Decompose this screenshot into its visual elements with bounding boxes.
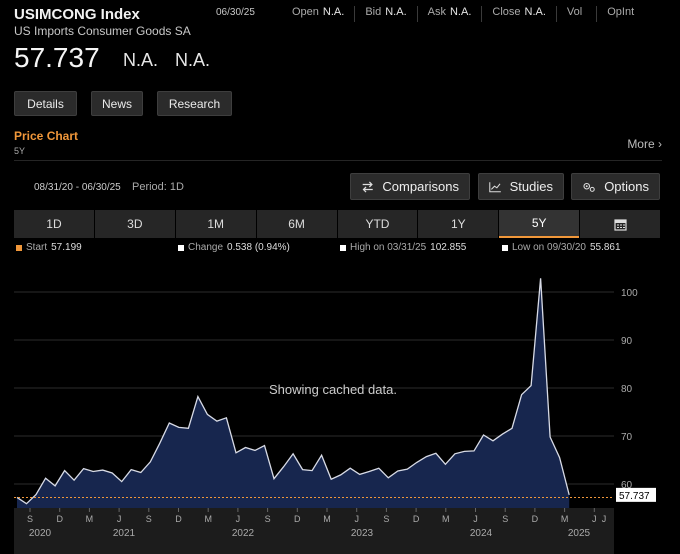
x-tick-label: M (442, 514, 450, 524)
start-marker-icon (16, 244, 22, 251)
details-button[interactable]: Details (14, 91, 77, 116)
more-link[interactable]: More › (627, 137, 662, 151)
y-tick-label: 90 (621, 336, 633, 347)
stat-change-label: Change (188, 242, 224, 253)
tab-5y[interactable]: 5Y (499, 210, 580, 238)
quote-date: 06/30/25 (216, 7, 255, 18)
change-marker-icon (178, 244, 184, 251)
x-tick-label: D (413, 514, 420, 524)
calendar-icon (613, 218, 627, 231)
x-tick-label: S (265, 514, 271, 524)
x-tick-label: S (27, 514, 33, 524)
x-tick-label: D (532, 514, 539, 524)
x-tick-label: D (175, 514, 182, 524)
quote-opint: OpInt (607, 6, 635, 18)
stat-high-label: High on 03/31/25 (350, 242, 427, 253)
research-button[interactable]: Research (157, 91, 232, 116)
stat-change-value: 0.538 (0.94%) (227, 242, 290, 253)
x-year-label: 2020 (29, 528, 52, 539)
more-label: More (627, 137, 655, 151)
chevron-right-icon: › (658, 137, 662, 151)
price-chart-title: Price Chart (14, 129, 79, 143)
company-name: US Imports Consumer Goods SA (14, 24, 191, 38)
x-tick-label: M (86, 514, 94, 524)
divider (14, 160, 662, 161)
tab-ytd[interactable]: YTD (337, 210, 418, 238)
tab-1y[interactable]: 1Y (418, 210, 499, 238)
x-tick-label: J (473, 514, 478, 524)
comparisons-button[interactable]: Comparisons (350, 173, 470, 200)
studies-button[interactable]: Studies (478, 173, 564, 200)
stat-low-value: 55.861 (589, 242, 621, 253)
y-tick-label: 100 (621, 288, 638, 299)
low-marker-icon (502, 244, 508, 251)
studies-label: Studies (509, 179, 553, 194)
options-button[interactable]: Options (571, 173, 660, 200)
y-tick-label: 70 (621, 432, 633, 443)
x-tick-label: D (294, 514, 301, 524)
stat-high-value: 102.855 (430, 242, 467, 253)
net-change: N.A. (123, 50, 159, 70)
quote-bid: Bid N.A. (355, 6, 418, 22)
stat-low: Low on 09/30/20 55.861 (502, 242, 621, 253)
gears-icon (583, 182, 595, 192)
x-year-label: 2022 (232, 528, 255, 539)
line-chart-icon (489, 181, 501, 192)
stat-start-value: 57.199 (51, 242, 82, 253)
tab-1m[interactable]: 1M (175, 210, 256, 238)
x-year-label: 2021 (113, 528, 136, 539)
quote-bar: Open N.A. Bid N.A. Ask N.A. Close N.A. Vol O… (282, 6, 648, 22)
options-label: Options (604, 179, 649, 194)
tab-6m[interactable]: 6M (256, 210, 337, 238)
stat-high: High on 03/31/25 102.855 (340, 242, 466, 253)
period-label[interactable]: Period: 1D (132, 181, 184, 193)
x-tick-label: M (323, 514, 331, 524)
tab-1d[interactable]: 1D (14, 210, 94, 238)
tab-calendar[interactable] (580, 210, 660, 238)
cached-data-message: Showing cached data. (269, 382, 397, 397)
stat-change: Change 0.538 (0.94%) (178, 242, 290, 253)
x-tick-label: J (354, 514, 359, 524)
stat-start-label: Start (26, 242, 48, 253)
x-axis-strip (14, 508, 614, 554)
high-marker-icon (340, 244, 346, 251)
x-year-label: 2025 (568, 528, 591, 539)
stat-low-label: Low on 09/30/20 (512, 242, 586, 253)
pct-change: N.A. (175, 50, 211, 70)
quote-open: Open N.A. (282, 6, 356, 22)
date-range[interactable]: 08/31/20 - 06/30/25 (34, 182, 121, 193)
price-chart-subtitle: 5Y (14, 146, 26, 156)
swap-arrows-icon (362, 181, 373, 192)
stat-start: Start 57.199 (16, 242, 82, 253)
x-tick-label: M (204, 514, 212, 524)
x-tick-label: S (146, 514, 152, 524)
last-price-tag-label: 57.737 (619, 491, 650, 502)
range-tabs: 1D 3D 1M 6M YTD 1Y 5Y (14, 210, 660, 238)
ticker-symbol: USIMCONG Index (14, 6, 140, 23)
x-tick-label: J (592, 514, 597, 524)
x-tick-label: J (602, 514, 607, 524)
price-chart[interactable]: 6070809010057.737S D M J S D M J S D M J S D M J S D M J J20… (0, 256, 680, 554)
last-price: 57.737 (14, 42, 100, 73)
quote-close: Close N.A. (482, 6, 557, 22)
x-tick-label: S (502, 514, 508, 524)
quote-ask: Ask N.A. (418, 6, 483, 22)
comparisons-label: Comparisons (382, 179, 459, 194)
x-tick-label: M (561, 514, 569, 524)
x-year-label: 2024 (470, 528, 493, 539)
quote-vol: Vol (557, 6, 598, 22)
x-tick-label: J (236, 514, 241, 524)
x-tick-label: J (117, 514, 122, 524)
x-year-label: 2023 (351, 528, 374, 539)
y-tick-label: 80 (621, 384, 633, 395)
news-button[interactable]: News (91, 91, 143, 116)
tab-3d[interactable]: 3D (94, 210, 175, 238)
x-tick-label: S (383, 514, 389, 524)
x-tick-label: D (56, 514, 63, 524)
